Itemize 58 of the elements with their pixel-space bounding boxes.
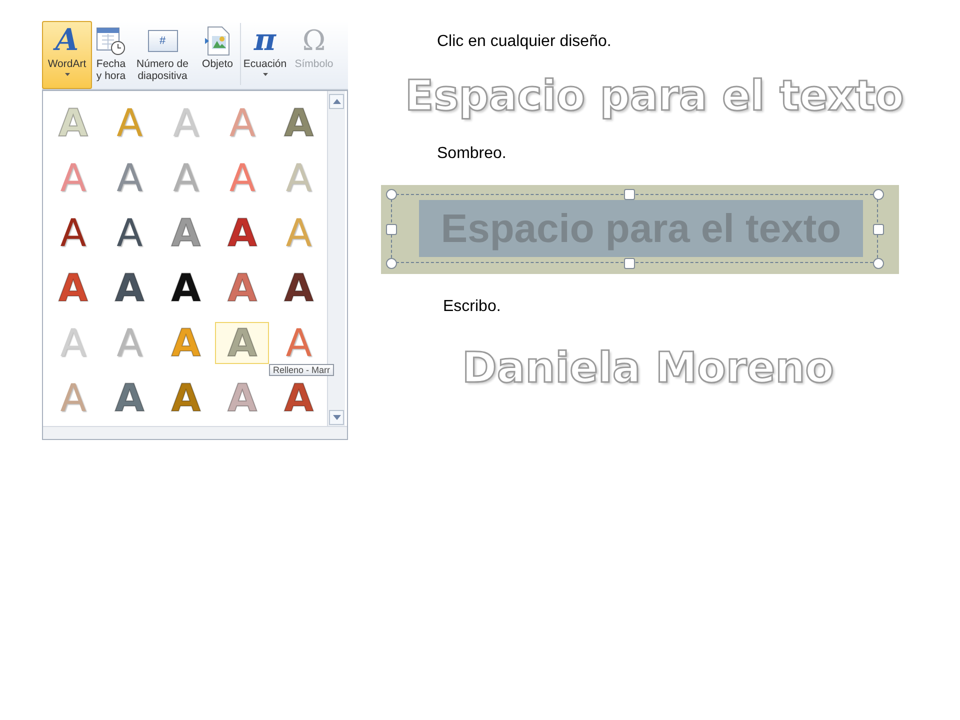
symbol-icon: Ω <box>302 27 326 55</box>
wordart-style-option[interactable]: A <box>46 212 100 254</box>
wordart-style-option[interactable]: A <box>272 102 326 144</box>
ribbon-button[interactable]: A WordArt <box>42 21 92 89</box>
up-arrow-icon <box>332 99 340 104</box>
object-document-icon <box>204 26 232 56</box>
wordart-style-option[interactable]: A <box>158 322 213 364</box>
ribbon-button[interactable]: π Ecuación <box>241 21 289 89</box>
calendar-clock-icon <box>96 26 126 56</box>
scroll-up-button[interactable] <box>329 94 344 109</box>
wordart-style-option[interactable]: A <box>215 212 270 254</box>
wordart-style-option[interactable]: A <box>158 212 213 254</box>
caret-icon <box>64 73 70 76</box>
wordart-style-option[interactable]: A <box>272 156 326 198</box>
wordart-text: Espacio para el texto <box>405 70 904 124</box>
wordart-style-option[interactable]: A <box>215 266 270 308</box>
wordart-style-option[interactable]: A <box>46 156 100 198</box>
resize-handle[interactable] <box>386 258 397 269</box>
wordart-style-option[interactable]: A <box>215 156 270 198</box>
resize-handle[interactable] <box>386 224 397 235</box>
ribbon-button[interactable]: Fecha y hora <box>92 21 130 89</box>
wordart-style-option[interactable]: A <box>272 212 326 254</box>
wordart-style-option[interactable]: A <box>272 322 326 364</box>
resize-handle[interactable] <box>873 258 884 269</box>
caret-icon <box>262 73 268 76</box>
wordart-style-option[interactable]: A <box>215 376 270 418</box>
wordart-style-option[interactable]: A <box>102 376 157 418</box>
wordart-text: Daniela Moreno <box>462 342 834 394</box>
wordart-style-option[interactable]: A <box>272 376 326 418</box>
wordart-style-option[interactable]: A <box>102 212 157 254</box>
wordart-icon: A <box>55 26 79 56</box>
ribbon-button[interactable]: # Número de diapositiva <box>130 21 195 89</box>
slide-number-icon: # <box>148 30 178 52</box>
tooltip: Relleno - Marr <box>269 364 334 376</box>
wordart-style-option[interactable]: A <box>158 266 213 308</box>
ribbon-button[interactable]: Objeto <box>195 21 240 89</box>
wordart-style-option[interactable]: A <box>46 376 100 418</box>
caption-text: Sombreo. <box>437 144 506 164</box>
wordart-style-option[interactable]: A <box>158 156 213 198</box>
wordart-style-option[interactable]: A <box>158 376 213 418</box>
resize-handle[interactable] <box>873 224 884 235</box>
wordart-style-option[interactable]: A <box>215 102 270 144</box>
down-arrow-icon <box>332 415 340 420</box>
wordart-style-option[interactable]: A <box>272 266 326 308</box>
wordart-style-option[interactable]: A <box>102 102 157 144</box>
equation-icon: π <box>254 26 276 56</box>
wordart-style-option[interactable]: A <box>102 156 157 198</box>
resize-handle[interactable] <box>386 189 397 200</box>
wordart-style-option[interactable]: A <box>102 266 157 308</box>
resize-handle[interactable] <box>873 189 884 200</box>
resize-handle[interactable] <box>624 258 635 269</box>
caption-text: Escribo. <box>443 297 501 317</box>
wordart-style-option[interactable]: A <box>215 322 270 364</box>
wordart-style-option[interactable]: A <box>46 266 100 308</box>
wordart-style-option[interactable]: A <box>102 322 157 364</box>
resize-handle[interactable] <box>624 189 635 200</box>
caption-text: Clic en cualquier diseño. <box>437 32 612 52</box>
scroll-down-button[interactable] <box>329 410 344 425</box>
